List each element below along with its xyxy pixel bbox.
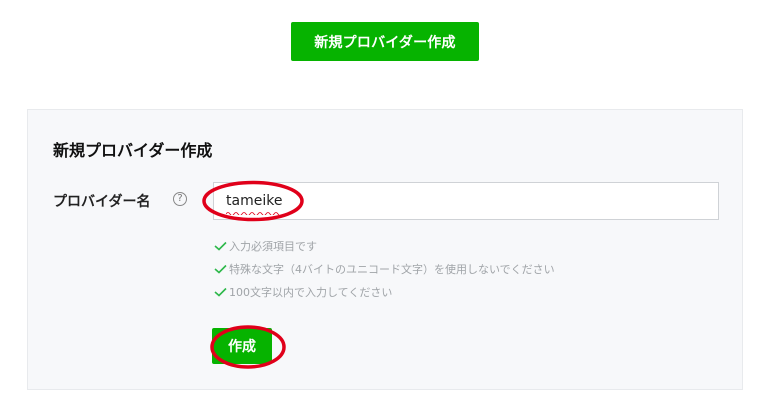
check-icon bbox=[214, 264, 227, 274]
help-icon[interactable]: ? bbox=[173, 192, 187, 206]
validation-rule: 特殊な文字（4バイトのユニコード文字）を使用しないでください bbox=[214, 257, 555, 280]
provider-name-input[interactable] bbox=[213, 182, 719, 220]
page: 新規プロバイダー作成 新規プロバイダー作成 プロバイダー名 ? 入力必須項目です… bbox=[0, 0, 774, 415]
panel-title: 新規プロバイダー作成 bbox=[53, 141, 213, 160]
validation-rule: 100文字以内で入力してください bbox=[214, 280, 555, 303]
validation-rule-text: 入力必須項目です bbox=[229, 239, 317, 253]
validation-rules: 入力必須項目です 特殊な文字（4バイトのユニコード文字）を使用しないでください … bbox=[214, 234, 555, 303]
validation-rule-text: 100文字以内で入力してください bbox=[229, 285, 393, 299]
check-icon bbox=[214, 287, 227, 297]
provider-name-label: プロバイダー名 bbox=[53, 194, 151, 210]
new-provider-button[interactable]: 新規プロバイダー作成 bbox=[291, 22, 479, 61]
validation-rule: 入力必須項目です bbox=[214, 234, 555, 257]
check-icon bbox=[214, 241, 227, 251]
create-provider-panel: 新規プロバイダー作成 プロバイダー名 ? 入力必須項目です 特殊な文字（4バイト… bbox=[27, 109, 743, 390]
create-submit-button[interactable]: 作成 bbox=[212, 328, 272, 364]
validation-rule-text: 特殊な文字（4バイトのユニコード文字）を使用しないでください bbox=[229, 262, 555, 276]
